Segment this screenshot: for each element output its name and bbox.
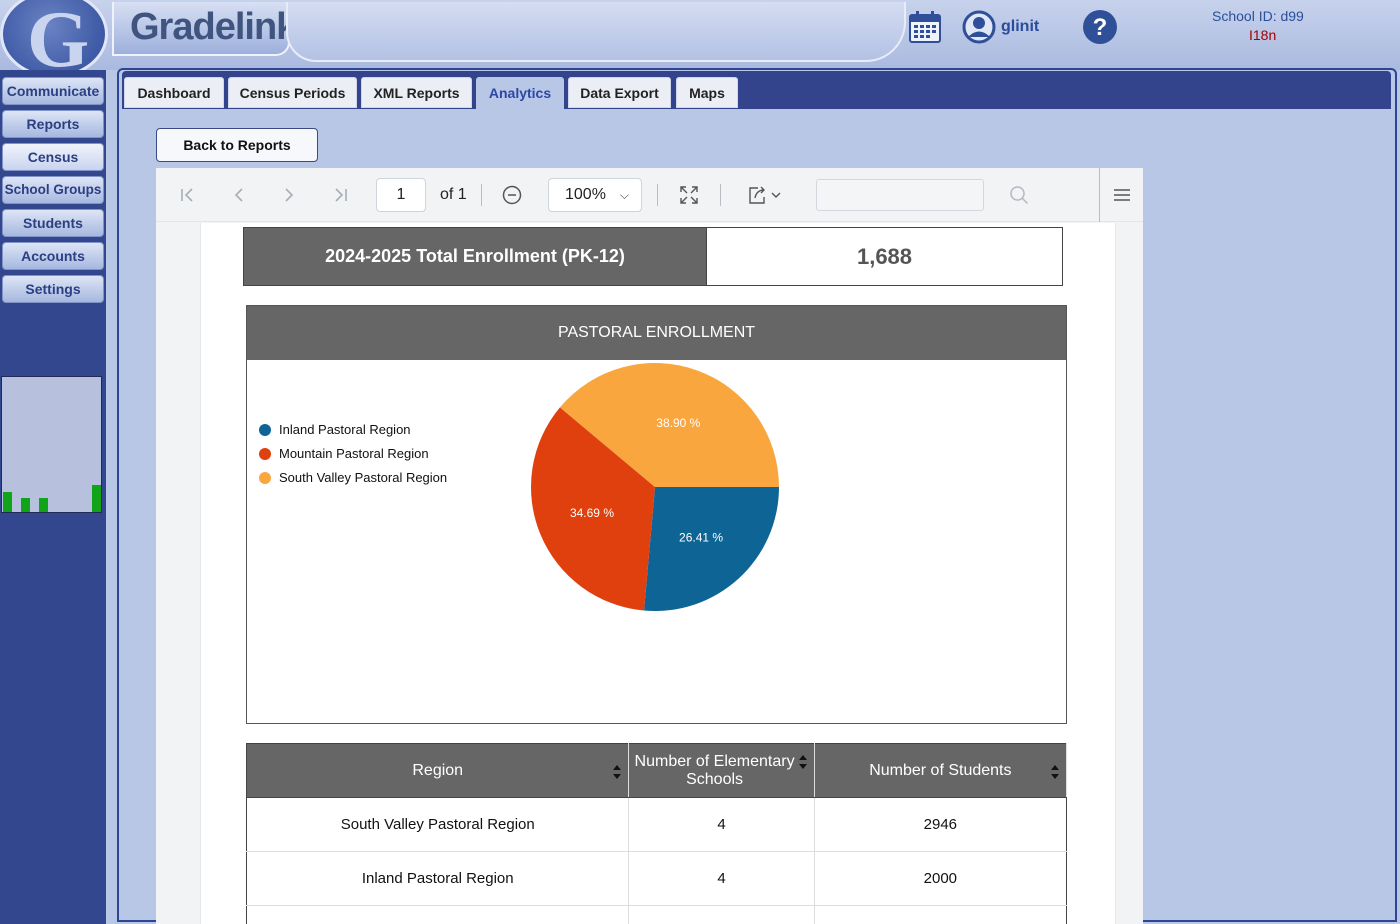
search-input[interactable] (816, 179, 984, 211)
gradelink-logo: G (0, 0, 108, 84)
school-id: School ID: d99 (1212, 8, 1304, 24)
slice-value-label: 34.69 % (570, 506, 614, 520)
mini-bar (39, 498, 48, 512)
mini-activity-chart (1, 376, 102, 513)
pastoral-enrollment-chart: PASTORAL ENROLLMENT Inland Pastoral Regi… (246, 305, 1067, 724)
nav-school-groups[interactable]: School Groups (2, 176, 104, 204)
mini-bar (21, 498, 30, 512)
nav-reports[interactable]: Reports (2, 110, 104, 138)
toolbar-divider (720, 184, 721, 206)
slice-value-label: 26.41 % (679, 530, 723, 544)
fullscreen-icon[interactable] (678, 184, 700, 206)
total-enrollment-value: 1,688 (707, 227, 1063, 286)
viewer-toolbar: 1 of 1 100% ⌵ (156, 168, 1143, 222)
students-cell (813, 905, 1068, 924)
students-cell: 2000 (813, 851, 1068, 906)
sort-icon[interactable] (612, 764, 622, 780)
nav-communicate[interactable]: Communicate (2, 77, 104, 105)
header-label: Number of Students (869, 761, 1012, 779)
nav-accounts[interactable]: Accounts (2, 242, 104, 270)
first-page-icon[interactable] (176, 184, 198, 206)
page-number-input[interactable]: 1 (376, 178, 426, 212)
back-to-reports-button[interactable]: Back to Reports (156, 128, 318, 162)
toolbar-divider (657, 184, 658, 206)
report-viewer: 1 of 1 100% ⌵ 2024-2025 Total Enrollment … (156, 168, 1143, 924)
column-header-region[interactable]: Region (245, 743, 630, 798)
help-icon[interactable]: ? (1082, 9, 1118, 45)
nav-students[interactable]: Students (2, 209, 104, 237)
last-page-icon[interactable] (330, 184, 352, 206)
chevron-down-icon: ⌵ (619, 188, 629, 202)
region-cell: Inland Pastoral Region (245, 851, 630, 906)
header-label: Number of Elementary Schools (634, 752, 795, 788)
region-cell: South Valley Pastoral Region (245, 797, 630, 852)
svg-text:?: ? (1093, 14, 1108, 41)
nav-settings[interactable]: Settings (2, 275, 104, 303)
export-icon[interactable] (746, 184, 786, 206)
tab-dashboard[interactable]: Dashboard (124, 77, 224, 108)
zoom-select[interactable]: 100% ⌵ (548, 178, 642, 212)
calendar-icon[interactable] (908, 10, 942, 44)
page-count: of 1 (440, 186, 467, 203)
slice-value-label: 38.90 % (656, 416, 700, 430)
table-row: South Valley Pastoral Region 4 2946 (245, 797, 1068, 852)
table-header-row: Region Number of Elementary Schools Numb… (245, 743, 1068, 798)
next-page-icon[interactable] (278, 184, 300, 206)
region-table: Region Number of Elementary Schools Numb… (245, 743, 1068, 924)
username[interactable]: glinit (1001, 18, 1039, 36)
column-header-students[interactable]: Number of Students (813, 743, 1068, 798)
user-avatar-icon[interactable] (962, 10, 996, 44)
students-cell: 2946 (813, 797, 1068, 852)
mini-bar (3, 492, 12, 512)
table-row (245, 905, 1068, 924)
sort-icon[interactable] (798, 754, 808, 770)
brand-name: Gradelink (130, 6, 297, 48)
schools-cell (628, 905, 815, 924)
toolbar-divider (481, 184, 482, 206)
region-cell (245, 905, 630, 924)
schools-cell: 4 (628, 851, 815, 906)
toolbar-divider (1099, 168, 1100, 222)
header-decoration (286, 2, 906, 62)
menu-icon[interactable] (1111, 184, 1133, 206)
pie-slice[interactable] (644, 487, 779, 611)
tab-data-export[interactable]: Data Export (568, 77, 671, 108)
mini-bar (92, 485, 101, 512)
tab-maps[interactable]: Maps (676, 77, 738, 108)
previous-page-icon[interactable] (228, 184, 250, 206)
search-icon[interactable] (1008, 184, 1030, 206)
pie-chart: 26.41 % 34.69 % 38.90 % (530, 363, 779, 611)
tab-census-periods[interactable]: Census Periods (228, 77, 357, 108)
chart-title: PASTORAL ENROLLMENT (247, 306, 1066, 360)
column-header-schools[interactable]: Number of Elementary Schools (628, 743, 815, 798)
header-label: Region (412, 761, 464, 779)
report-page: 2024-2025 Total Enrollment (PK-12) 1,688… (200, 223, 1116, 924)
table-row: Inland Pastoral Region 4 2000 (245, 851, 1068, 906)
tab-analytics[interactable]: Analytics (476, 77, 564, 109)
total-enrollment-label: 2024-2025 Total Enrollment (PK-12) (243, 227, 707, 286)
locale-label: I18n (1249, 27, 1277, 43)
schools-cell: 4 (628, 797, 815, 852)
app-header: G Gradelink glinit ? School ID: d99 I18n (0, 0, 1400, 84)
tab-xml-reports[interactable]: XML Reports (361, 77, 472, 108)
nav-census[interactable]: Census (2, 143, 104, 171)
zoom-out-icon[interactable] (501, 184, 523, 206)
sort-icon[interactable] (1050, 764, 1060, 780)
zoom-value: 100% (565, 186, 606, 203)
